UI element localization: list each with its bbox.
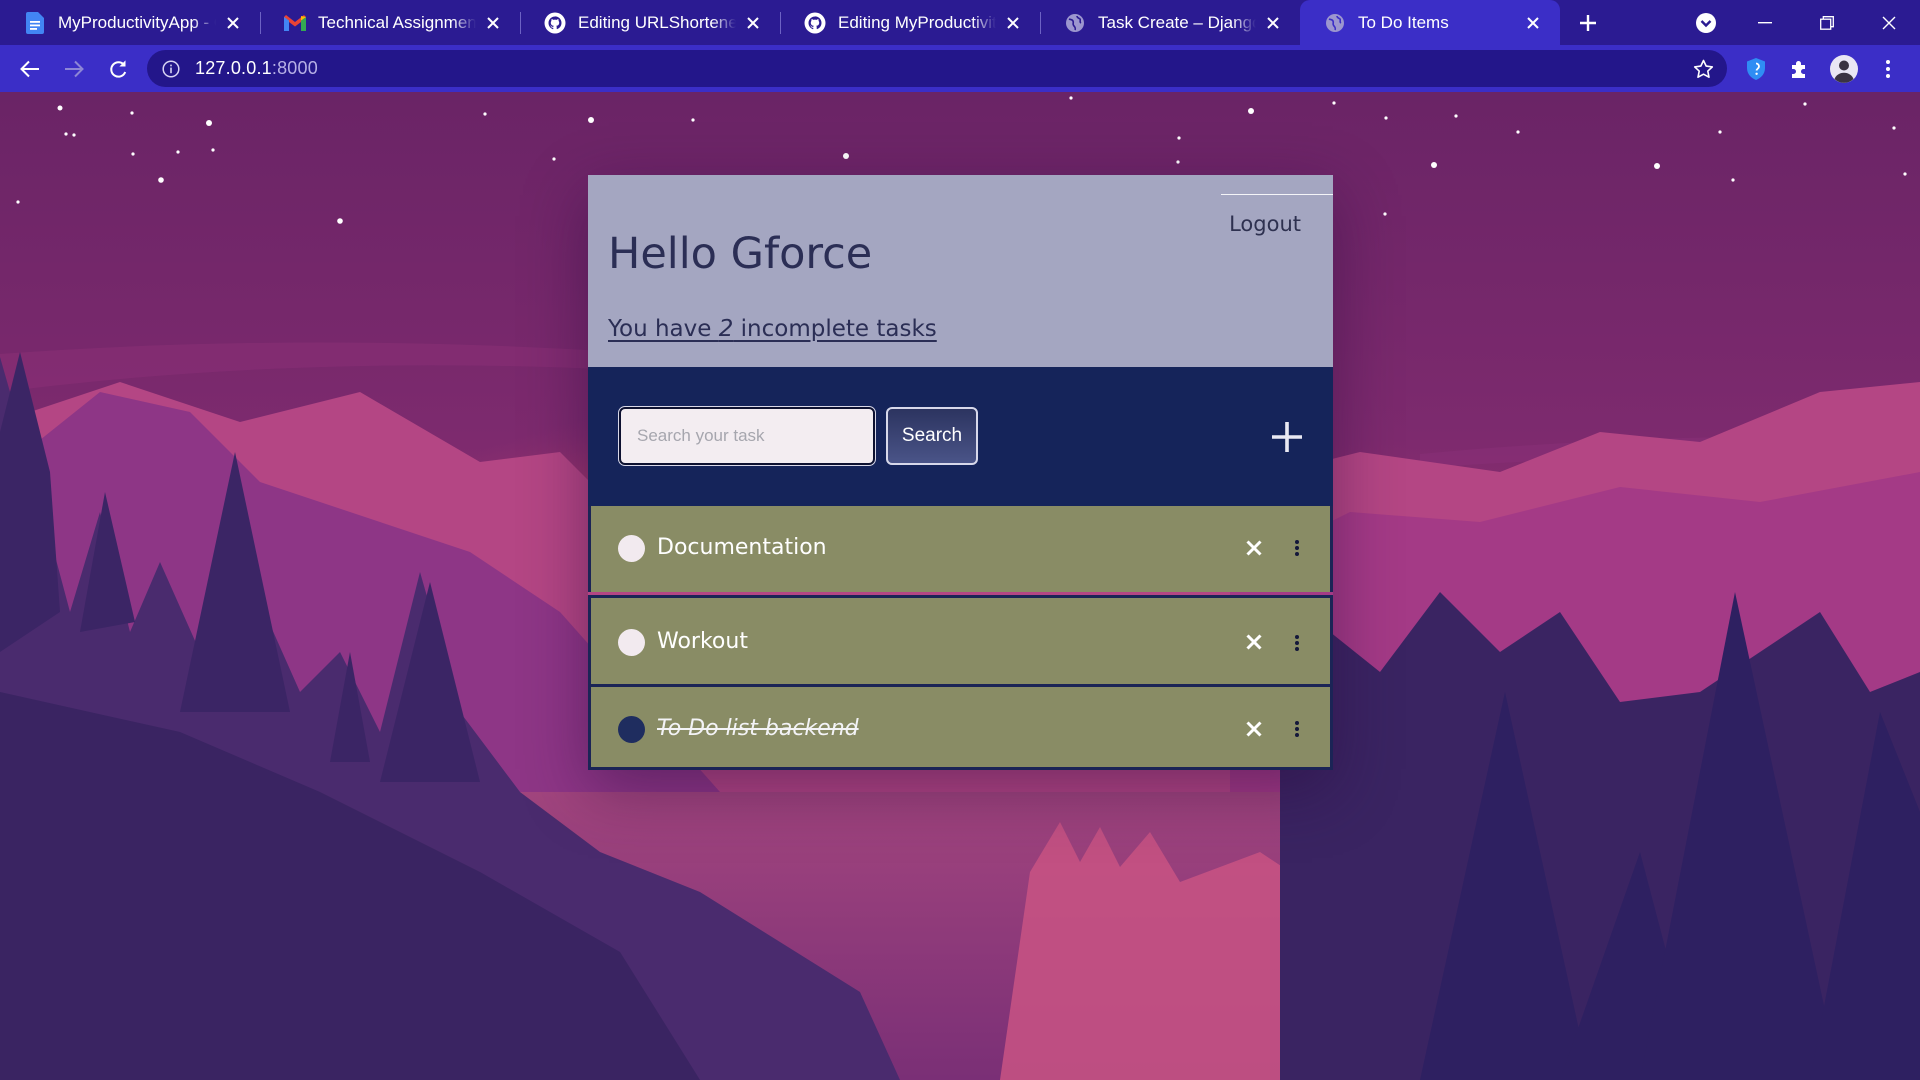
page-title: Hello Gforce (608, 229, 873, 279)
task-complete-toggle[interactable] (618, 535, 645, 562)
url-port: :8000 (271, 58, 318, 78)
close-icon (1882, 16, 1896, 29)
minimize-button[interactable] (1734, 0, 1796, 45)
plus-icon (1272, 422, 1302, 452)
task-item[interactable]: Documentation (588, 506, 1333, 592)
close-icon[interactable] (1522, 12, 1544, 34)
forward-button[interactable] (52, 49, 96, 89)
extension-shield-button[interactable] (1734, 47, 1778, 91)
info-icon[interactable] (161, 59, 181, 79)
profile-avatar[interactable] (1822, 47, 1866, 91)
tab-title: Task Create – Django RE (1098, 12, 1256, 32)
extensions-button[interactable] (1778, 47, 1822, 91)
task-options-button[interactable] (1288, 715, 1306, 743)
kebab-menu-icon (1295, 540, 1299, 556)
restore-icon (1820, 15, 1834, 30)
tab-title: To Do Items (1358, 12, 1449, 32)
delete-task-button[interactable] (1241, 535, 1267, 561)
search-bar: Search (588, 367, 1333, 506)
bookmark-star-icon[interactable] (1691, 57, 1715, 81)
close-icon[interactable] (1262, 12, 1284, 34)
task-item-completed[interactable]: To Do list backend (588, 684, 1333, 770)
tab-task-create-django[interactable]: Task Create – Django RE (1040, 0, 1300, 45)
tab-title: MyProductivityApp - Go (58, 12, 216, 32)
tab-title: Editing MyProductivityA (838, 12, 996, 32)
close-icon (1246, 721, 1262, 737)
count-suffix: incomplete tasks (733, 316, 937, 342)
search-input[interactable] (618, 406, 876, 466)
task-title[interactable]: To Do list backend (657, 716, 859, 741)
add-task-button[interactable] (1267, 417, 1307, 457)
page-viewport: Logout Hello Gforce You have 2 incomplet… (0, 92, 1920, 1080)
minimize-icon (1758, 21, 1772, 23)
search-button[interactable]: Search (886, 407, 978, 465)
todo-card: Logout Hello Gforce You have 2 incomplet… (588, 175, 1333, 770)
kebab-menu-icon (1295, 721, 1299, 737)
card-header: Logout Hello Gforce You have 2 incomplet… (588, 175, 1333, 367)
globe-icon (1064, 12, 1086, 34)
tab-title: Technical Assignments f (318, 12, 476, 32)
kebab-menu-icon (1295, 635, 1299, 651)
tab-editing-urlshortener[interactable]: Editing URLShortener/R (520, 0, 780, 45)
browser-menu-button[interactable] (1866, 47, 1910, 91)
browser-toolbar: 127.0.0.1:8000 (0, 45, 1920, 92)
toolbar-right-icons (1734, 45, 1910, 92)
url-host: 127.0.0.1 (195, 58, 272, 78)
task-item[interactable]: Workout (588, 595, 1333, 684)
arrow-left-icon (20, 60, 39, 77)
github-icon (544, 12, 566, 34)
task-title[interactable]: Workout (657, 629, 748, 654)
close-window-button[interactable] (1858, 0, 1920, 45)
task-options-button[interactable] (1288, 534, 1306, 562)
incomplete-task-count: You have 2 incomplete tasks (608, 316, 937, 342)
task-options-button[interactable] (1288, 629, 1306, 657)
close-icon[interactable] (1002, 12, 1024, 34)
logout-divider (1221, 194, 1333, 195)
tab-myproductivityapp-docs[interactable]: MyProductivityApp - Go (0, 0, 260, 45)
close-icon[interactable] (482, 12, 504, 34)
task-complete-toggle[interactable] (618, 716, 645, 743)
chevron-down-icon (1696, 12, 1716, 33)
browser-tab-strip: MyProductivityApp - Go Technical Assignm… (0, 0, 1920, 45)
tab-to-do-items[interactable]: To Do Items (1300, 0, 1560, 45)
reload-button[interactable] (96, 49, 140, 89)
puzzle-icon (1792, 60, 1805, 78)
restore-button[interactable] (1796, 0, 1858, 45)
tab-search-button[interactable] (1678, 12, 1734, 34)
address-bar[interactable]: 127.0.0.1:8000 (147, 50, 1727, 87)
close-icon[interactable] (742, 12, 764, 34)
reload-icon (110, 60, 127, 78)
plus-icon (1580, 14, 1596, 31)
github-icon (804, 12, 826, 34)
tab-technical-assignments-gmail[interactable]: Technical Assignments f (260, 0, 520, 45)
logout-link[interactable]: Logout (1229, 212, 1301, 236)
close-icon (1246, 540, 1262, 556)
delete-task-button[interactable] (1241, 716, 1267, 742)
shield-extension-icon (1747, 57, 1765, 80)
arrow-right-icon (65, 60, 84, 77)
count-prefix: You have (608, 316, 719, 342)
close-icon[interactable] (222, 12, 244, 34)
task-title[interactable]: Documentation (657, 535, 827, 560)
tab-editing-myproductivityapp[interactable]: Editing MyProductivityA (780, 0, 1040, 45)
google-docs-icon (24, 11, 46, 34)
tab-title: Editing URLShortener/R (578, 12, 736, 32)
count-value: 2 (718, 316, 734, 342)
task-complete-toggle[interactable] (618, 629, 645, 656)
globe-icon (1324, 12, 1346, 34)
url-text: 127.0.0.1:8000 (195, 58, 318, 79)
avatar-icon (1830, 54, 1858, 83)
kebab-menu-icon (1886, 59, 1890, 78)
delete-task-button[interactable] (1241, 629, 1267, 655)
gmail-icon (284, 12, 306, 34)
back-button[interactable] (8, 49, 52, 89)
close-icon (1246, 634, 1262, 650)
window-controls (1678, 0, 1920, 45)
new-tab-button[interactable] (1560, 0, 1616, 45)
